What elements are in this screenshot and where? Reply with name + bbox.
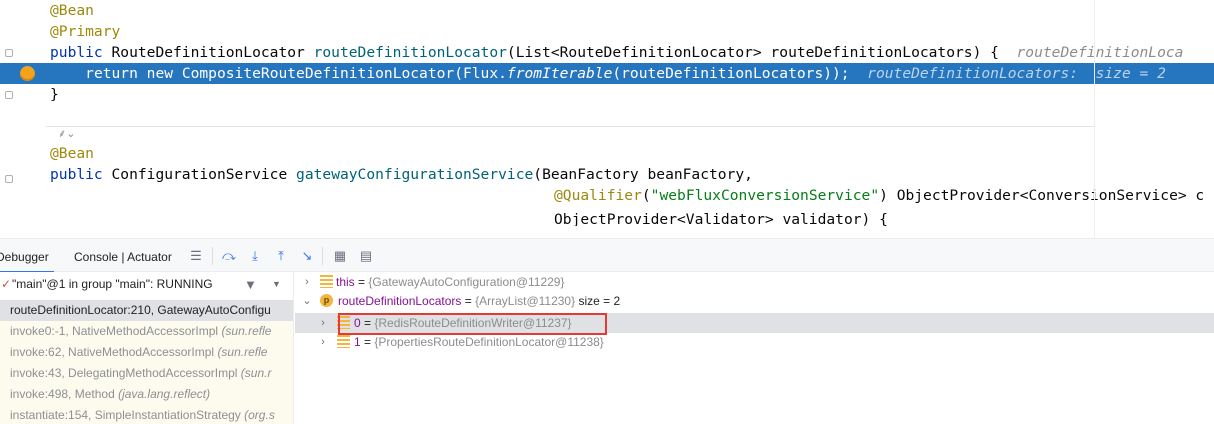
variable-row-this[interactable]: › this = {GatewayAutoConfiguration@11229…: [295, 272, 1214, 292]
code-line[interactable]: @Qualifier("webFluxConversionService") O…: [0, 185, 1214, 206]
variable-row-item-1[interactable]: › 1 = {PropertiesRouteDefinitionLocator@…: [295, 332, 1214, 352]
toolbar-divider: [212, 247, 213, 265]
stack-frame[interactable]: routeDefinitionLocator:210, GatewayAutoC…: [0, 300, 293, 321]
step-into-icon[interactable]: ⤓: [247, 248, 263, 264]
frame-package: (sun.refle: [221, 324, 272, 338]
chevron-right-icon[interactable]: ›: [301, 272, 313, 292]
frame-package: (java.lang.reflect): [118, 387, 211, 401]
code-line-partial[interactable]: ObjectProvider<Validator> validator) {: [0, 205, 1214, 226]
stack-frame[interactable]: invoke0:-1, NativeMethodAccessorImpl (su…: [0, 321, 293, 342]
params: ObjectProvider<Validator> validator) {: [554, 211, 888, 226]
chevron-right-icon[interactable]: ›: [317, 332, 329, 352]
code-vision-icon[interactable]: ⸙⌄: [58, 126, 75, 141]
variable-name: this: [336, 275, 355, 289]
inline-debug-value: routeDefinitionLoca: [1016, 44, 1184, 61]
toolbar-divider: [322, 247, 323, 265]
params: ) ObjectProvider<ConversionService> c: [879, 187, 1205, 204]
type-name: RouteDefinitionLocator: [111, 44, 305, 61]
keyword: new: [146, 65, 174, 82]
variable-row-route-definition-locators[interactable]: ⌄ p routeDefinitionLocators = {ArrayList…: [295, 291, 1214, 311]
code-line[interactable]: public RouteDefinitionLocator routeDefin…: [0, 42, 1214, 63]
frame-package: (org.s: [244, 408, 275, 422]
code-editor[interactable]: @Bean @Primary public RouteDefinitionLoc…: [0, 0, 1214, 238]
method-call: fromIterable: [506, 65, 613, 82]
constructor-call: CompositeRouteDefinitionLocator(Flux.: [181, 65, 507, 82]
current-execution-line[interactable]: return new CompositeRouteDefinitionLocat…: [0, 63, 1214, 84]
frame-method: invoke:498, Method: [10, 387, 119, 401]
type-name: ConfigurationService: [111, 166, 288, 183]
keyword: public: [50, 166, 103, 183]
step-over-icon[interactable]: ⤼: [221, 248, 237, 264]
variable-value: {ArrayList@11230}: [475, 294, 576, 308]
filter-icon[interactable]: ▼: [244, 272, 257, 297]
variable-value: {GatewayAutoConfiguration@11229}: [368, 275, 565, 289]
right-margin-guide: [1094, 0, 1095, 238]
params: (List<RouteDefinitionLocator> routeDefin…: [506, 44, 999, 61]
keyword: return: [85, 65, 138, 82]
code-line[interactable]: }: [0, 84, 1214, 105]
string-literal: "webFluxConversionService": [650, 187, 880, 204]
chevron-down-icon[interactable]: ⌄: [301, 291, 313, 311]
tab-console[interactable]: Console | Actuator: [74, 239, 172, 273]
annotation: @Bean: [50, 2, 94, 19]
variable-name: 1: [354, 335, 361, 349]
call-args: (routeDefinitionLocators));: [612, 65, 850, 82]
thread-selector[interactable]: ✓ "main"@1 in group "main": RUNNING ▼ ▼: [0, 272, 293, 297]
evaluate-icon[interactable]: ▤: [358, 248, 374, 264]
frame-package: (sun.refle: [217, 345, 268, 359]
stack-frame[interactable]: invoke:43, DelegatingMethodAccessorImpl …: [0, 363, 293, 384]
variable-name: routeDefinitionLocators: [338, 294, 462, 308]
menu-icon[interactable]: ☰: [188, 248, 204, 264]
equals: =: [360, 335, 375, 349]
equals: =: [354, 275, 369, 289]
chevron-right-icon[interactable]: ›: [317, 313, 329, 333]
variable-size: size = 2: [575, 294, 621, 308]
frame-method: invoke0:-1, NativeMethodAccessorImpl: [10, 324, 222, 338]
frame-method: invoke:62, NativeMethodAccessorImpl: [10, 345, 218, 359]
run-to-cursor-icon[interactable]: ↘: [299, 248, 315, 264]
method-name: gatewayConfigurationService: [296, 166, 534, 183]
parameter-icon: p: [320, 294, 333, 307]
step-out-icon[interactable]: ⤒: [273, 248, 289, 264]
stack-frame[interactable]: invoke:498, Method (java.lang.reflect): [0, 384, 293, 405]
paren: (: [641, 187, 651, 204]
closing-brace: }: [50, 86, 59, 103]
stack-frame[interactable]: instantiate:154, SimpleInstantiationStra…: [0, 405, 293, 424]
inline-debug-value: routeDefinitionLocators: size = 2: [867, 65, 1166, 82]
method-separator: [46, 126, 1094, 127]
method-name: routeDefinitionLocator: [313, 44, 507, 61]
code-line[interactable]: public ConfigurationService gatewayConfi…: [0, 164, 1214, 185]
frames-panel: ✓ "main"@1 in group "main": RUNNING ▼ ▼ …: [0, 272, 294, 424]
equals: =: [461, 294, 476, 308]
params: (BeanFactory beanFactory,: [533, 166, 753, 183]
code-line[interactable]: @Primary: [0, 21, 1214, 42]
annotation: @Primary: [50, 23, 121, 40]
field-icon: [337, 335, 350, 348]
frame-method: invoke:43, DelegatingMethodAccessorImpl: [10, 366, 241, 380]
thread-label: "main"@1 in group "main": RUNNING: [12, 277, 213, 291]
code-line[interactable]: @Bean: [0, 0, 1214, 21]
thread-status-icon: ✓: [1, 277, 12, 291]
annotation: @Qualifier: [554, 187, 642, 204]
chevron-down-icon[interactable]: ▼: [272, 272, 281, 297]
field-icon: [320, 275, 333, 288]
annotation: @Bean: [50, 145, 94, 162]
table-icon[interactable]: ▦: [332, 248, 348, 264]
variables-panel: › this = {GatewayAutoConfiguration@11229…: [295, 272, 1214, 424]
variable-value: {PropertiesRouteDefinitionLocator@11238}: [374, 335, 604, 349]
breakpoint-icon[interactable]: [20, 66, 35, 81]
stack-frame[interactable]: invoke:62, NativeMethodAccessorImpl (sun…: [0, 342, 293, 363]
code-line[interactable]: @Bean: [0, 143, 1214, 164]
frame-method: routeDefinitionLocator:210, GatewayAutoC…: [10, 303, 271, 317]
keyword: public: [50, 44, 103, 61]
frame-method: instantiate:154, SimpleInstantiationStra…: [10, 408, 245, 422]
frame-package: (sun.r: [240, 366, 272, 380]
debugger-toolbar: Debugger Console | Actuator ☰ ⤼ ⤓ ⤒ ↘ ▦ …: [0, 238, 1214, 273]
tab-debugger[interactable]: Debugger: [0, 239, 54, 273]
